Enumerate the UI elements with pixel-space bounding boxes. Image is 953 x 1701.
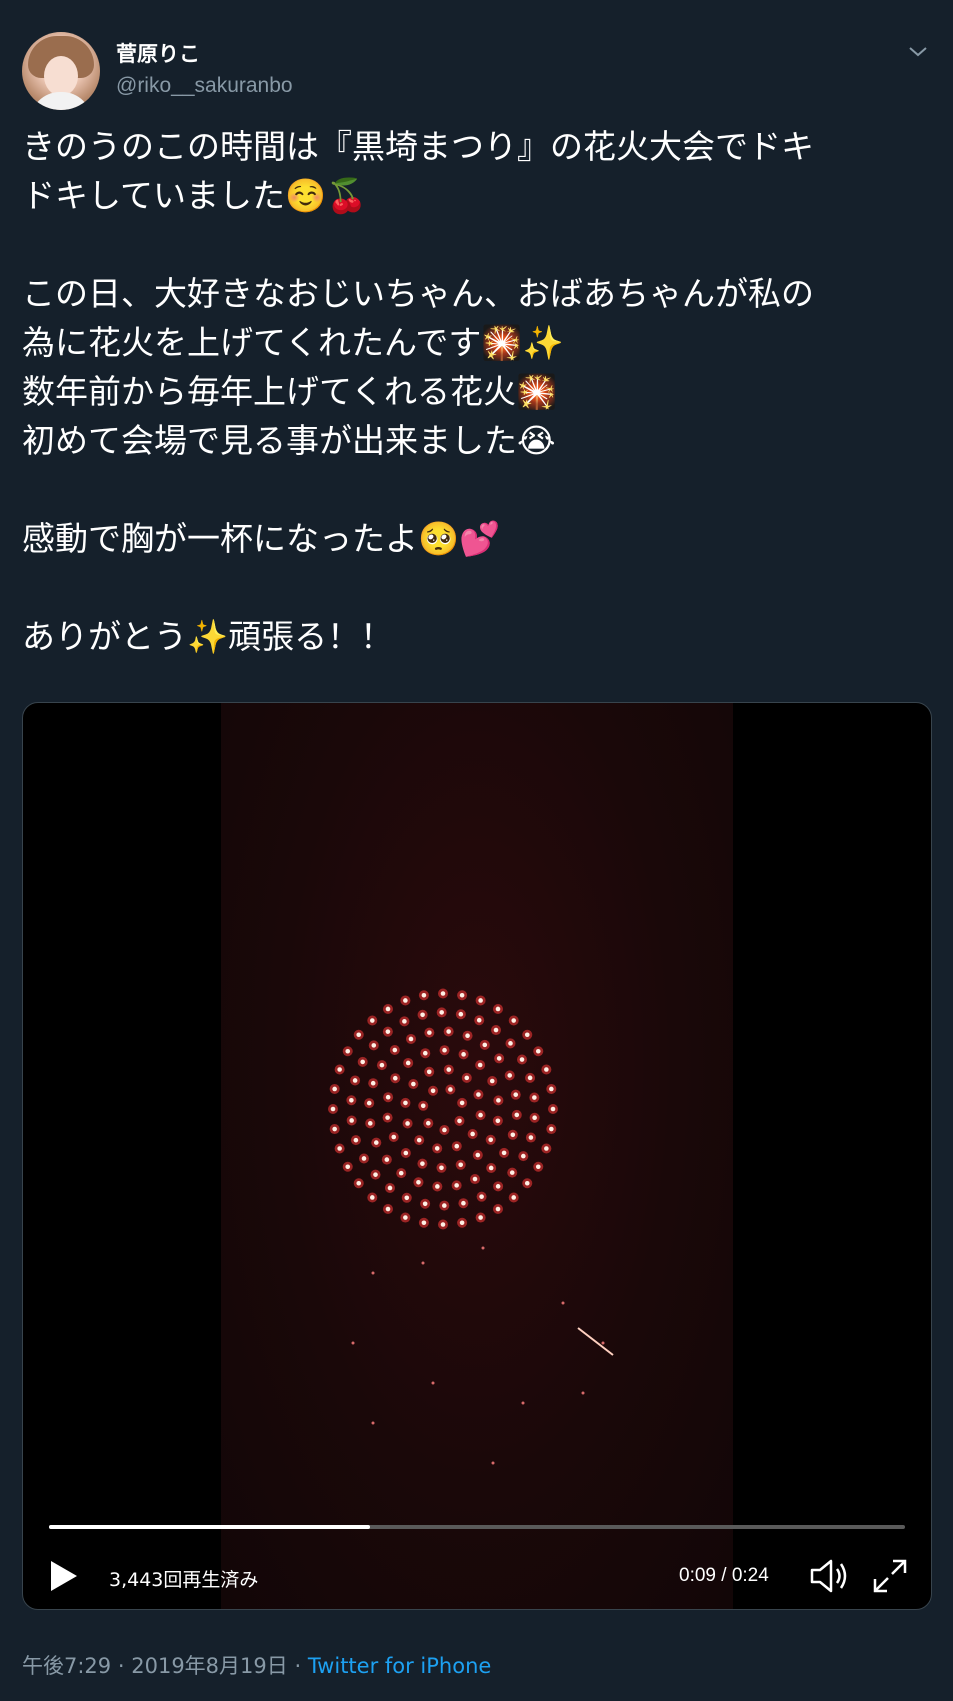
meta-separator: · xyxy=(117,1654,125,1678)
tweet-text: きのうのこの時間は『黒埼まつり』の花火大会でドキ ドキしていました☺️🍒 この日… xyxy=(22,122,922,661)
tweet-line: 為に花火を上げてくれたんです🎇✨ xyxy=(22,323,564,362)
avatar-face xyxy=(44,56,78,96)
tweet-line: 初めて会場で見る事が出来ました😭 xyxy=(22,421,556,460)
user-handle[interactable]: @riko__sakuranbo xyxy=(116,74,293,98)
volume-icon[interactable] xyxy=(809,1557,849,1595)
display-name[interactable]: 菅原りこ xyxy=(116,38,200,68)
fullscreen-icon[interactable] xyxy=(871,1557,909,1595)
avatar[interactable] xyxy=(22,32,100,110)
video-progress-fill xyxy=(49,1525,370,1529)
play-icon[interactable] xyxy=(49,1559,79,1593)
tweet-line: この日、大好きなおじいちゃん、おばあちゃんが私の xyxy=(22,274,814,313)
video-player[interactable]: 3,443回再生済み 0:09 / 0:24 xyxy=(22,702,932,1610)
firework-image xyxy=(328,988,614,1465)
video-progress-bar[interactable] xyxy=(49,1525,905,1529)
tweet-line: 感動で胸が一杯になったよ🥺💕 xyxy=(22,519,501,558)
tweet-date[interactable]: 2019年8月19日 xyxy=(131,1654,288,1678)
tweet-line: 数年前から毎年上げてくれる花火🎇 xyxy=(22,372,558,411)
tweet-line: ありがとう✨頑張る！！ xyxy=(22,617,394,656)
tweet-meta: 午後7:29 · 2019年8月19日 · Twitter for iPhone xyxy=(22,1650,491,1680)
tweet-line: きのうのこの時間は『黒埼まつり』の花火大会でドキ xyxy=(22,127,814,166)
view-count: 3,443回再生済み xyxy=(109,1569,259,1591)
avatar-shirt xyxy=(30,92,92,110)
tweet-time[interactable]: 午後7:29 xyxy=(22,1654,111,1678)
video-time: 0:09 / 0:24 xyxy=(679,1565,769,1586)
tweet-source-link[interactable]: Twitter for iPhone xyxy=(308,1654,492,1678)
meta-separator: · xyxy=(294,1654,302,1678)
tweet-line: ドキしていました☺️🍒 xyxy=(22,176,368,215)
chevron-down-icon[interactable] xyxy=(906,40,930,64)
